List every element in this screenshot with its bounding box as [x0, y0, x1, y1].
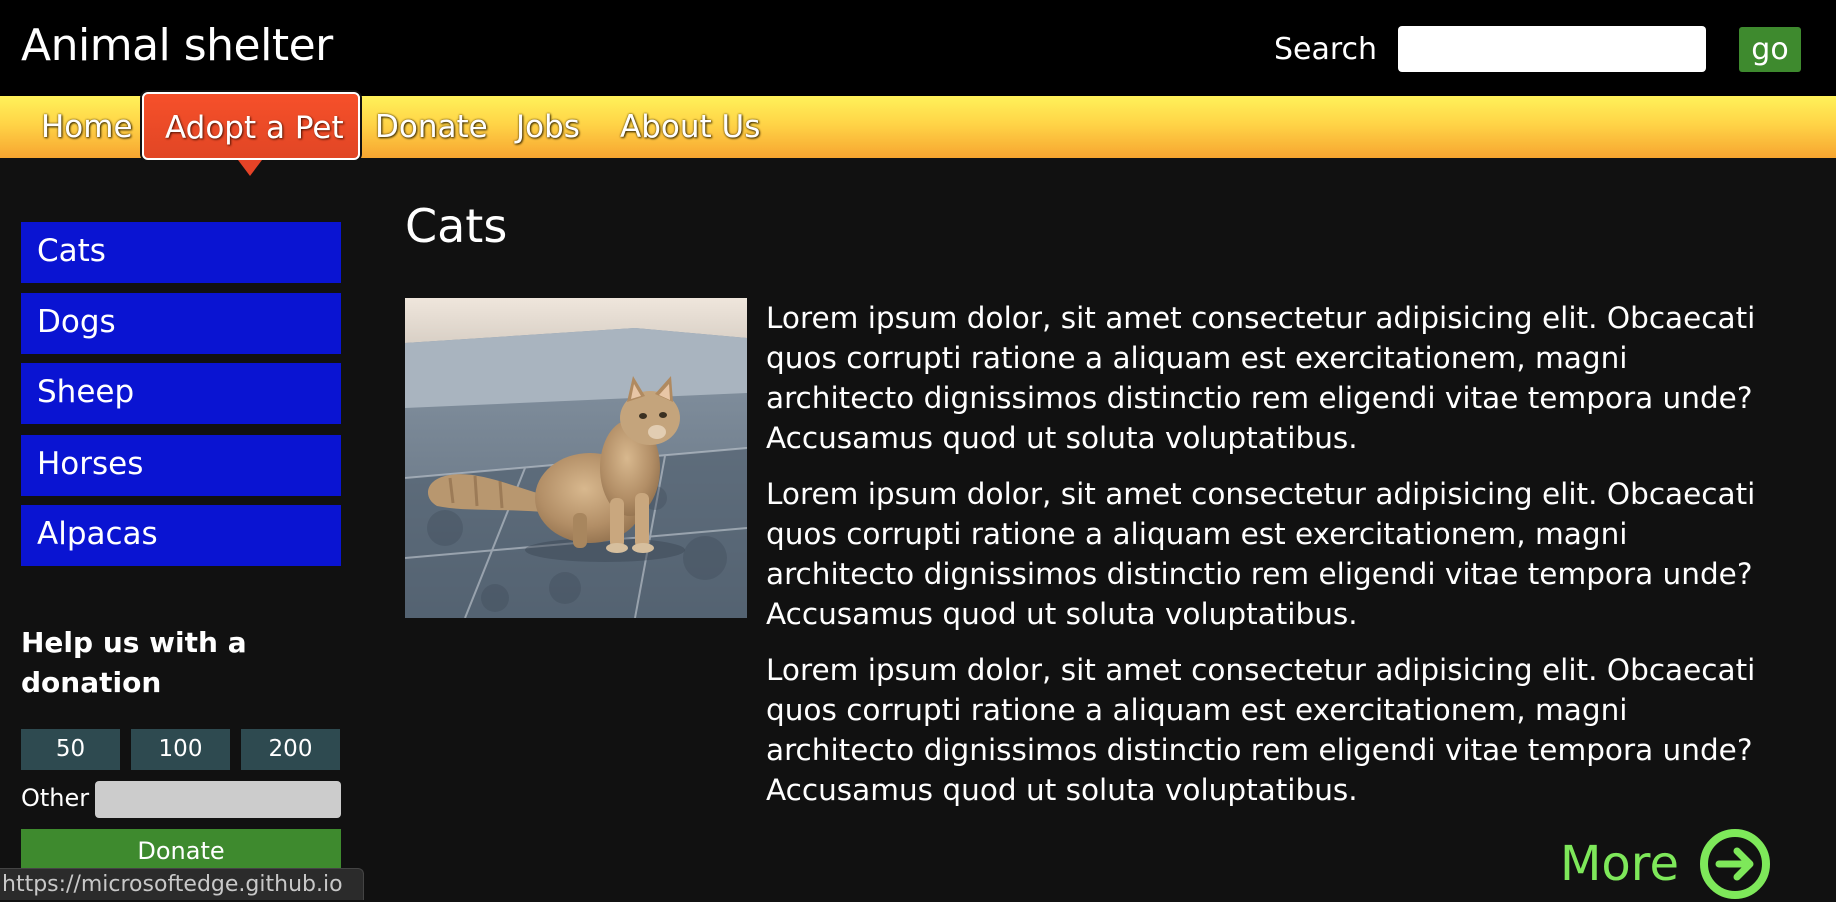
more-link[interactable]: More [1560, 826, 1771, 902]
arrow-circle-right-icon [1700, 829, 1770, 899]
article-body: Lorem ipsum dolor, sit amet consectetur … [766, 298, 1766, 826]
site-title[interactable]: Animal shelter [21, 20, 333, 71]
site-header: Animal shelter Search go [0, 0, 1836, 96]
donate-button[interactable]: Donate [21, 829, 341, 873]
status-bar-url: https://microsoftedge.github.io [0, 868, 364, 900]
nav-item-about-us[interactable]: About Us [599, 96, 781, 158]
page-heading: Cats [405, 199, 508, 253]
nav-item-adopt-a-pet[interactable]: Adopt a Pet [142, 92, 360, 160]
cat-photo [405, 298, 747, 618]
active-nav-pointer [238, 160, 262, 176]
search-input[interactable] [1398, 26, 1706, 72]
nav-item-home[interactable]: Home [20, 96, 154, 158]
other-amount-label: Other [21, 784, 90, 812]
sidebar-item-horses[interactable]: Horses [21, 435, 341, 496]
nav-item-jobs[interactable]: Jobs [495, 96, 601, 158]
donation-heading: Help us with a donation [21, 626, 247, 699]
paragraph: Lorem ipsum dolor, sit amet consectetur … [766, 301, 1756, 455]
donation-amount-200-button[interactable]: 200 [241, 729, 340, 770]
sidebar-item-sheep[interactable]: Sheep [21, 363, 341, 424]
other-amount-input[interactable] [95, 781, 341, 818]
nav-item-donate[interactable]: Donate [354, 96, 509, 158]
go-button[interactable]: go [1739, 27, 1801, 72]
sidebar-item-dogs[interactable]: Dogs [21, 293, 341, 354]
sidebar-item-alpacas[interactable]: Alpacas [21, 505, 341, 566]
paragraph: Lorem ipsum dolor, sit amet consectetur … [766, 477, 1756, 631]
search-label: Search [1274, 32, 1378, 67]
donation-amount-100-button[interactable]: 100 [131, 729, 230, 770]
more-label: More [1560, 836, 1679, 892]
donation-amount-50-button[interactable]: 50 [21, 729, 120, 770]
paragraph: Lorem ipsum dolor, sit amet consectetur … [766, 653, 1756, 807]
main-nav: Home Adopt a Pet Donate Jobs About Us [0, 92, 1836, 160]
sidebar-item-cats[interactable]: Cats [21, 222, 341, 283]
